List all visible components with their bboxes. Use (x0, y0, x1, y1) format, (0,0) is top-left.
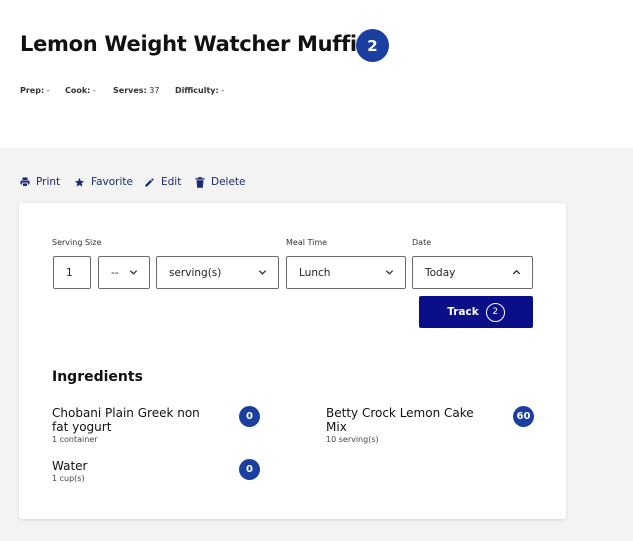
ingredient-item: Chobani Plain Greek non fat yogurt 1 con… (52, 406, 200, 444)
cook-info: Cook: - (65, 86, 96, 95)
ingredient-name-line: Chobani Plain Greek non (52, 406, 200, 420)
serves-label: Serves: (113, 86, 147, 95)
serves-info: Serves: 37 (113, 86, 159, 95)
prep-label: Prep: (20, 86, 45, 95)
track-points-badge: 2 (485, 302, 505, 322)
meal-time-value: Lunch (299, 266, 331, 279)
star-icon (74, 177, 85, 187)
delete-button[interactable]: Delete (195, 176, 246, 188)
quantity-value: 1 (66, 266, 73, 279)
unit-value: serving(s) (169, 266, 222, 279)
cook-value: - (92, 86, 96, 95)
pencil-icon (145, 177, 154, 187)
ingredient-name: Water (52, 459, 88, 473)
ingredient-name-line: fat yogurt (52, 420, 112, 434)
chevron-down-icon (258, 270, 267, 275)
difficulty-label: Difficulty: (175, 86, 219, 95)
ingredient-item: Water 1 cup(s) (52, 459, 87, 483)
difficulty-info: Difficulty: - (175, 86, 224, 95)
favorite-label: Favorite (91, 176, 133, 188)
unit-select[interactable]: serving(s) (156, 256, 279, 289)
date-value: Today (425, 266, 456, 279)
print-icon (20, 177, 30, 187)
favorite-button[interactable]: Favorite (74, 176, 133, 188)
ingredient-item: Betty Crock Lemon Cake Mix 10 serving(s) (326, 406, 474, 444)
difficulty-value: - (221, 86, 225, 95)
fraction-value: -- (111, 266, 119, 279)
ingredient-name-line: Betty Crock Lemon Cake (326, 406, 474, 420)
recipe-content: Print Favorite Edit Delete Serving Size … (0, 148, 633, 541)
meal-time-select[interactable]: Lunch (286, 256, 406, 289)
edit-button[interactable]: Edit (144, 176, 181, 188)
ingredient-quantity: 1 container (52, 435, 98, 444)
chevron-up-icon (512, 269, 521, 275)
serves-value: 37 (149, 86, 160, 95)
meal-time-label: Meal Time (286, 238, 328, 247)
print-button[interactable]: Print (20, 176, 60, 188)
points-badge: 2 (356, 29, 389, 62)
recipe-title: Lemon Weight Watcher Muffins (20, 32, 384, 56)
print-label: Print (36, 176, 61, 188)
ingredient-quantity: 10 serving(s) (326, 435, 379, 444)
serving-size-label: Serving Size (52, 238, 102, 247)
track-button[interactable]: Track 2 (419, 296, 533, 328)
chevron-down-icon (129, 270, 138, 275)
recipe-card: Serving Size Meal Time Date 1 -- serving… (19, 203, 566, 519)
delete-label: Delete (211, 176, 246, 188)
ingredient-name: Betty Crock Lemon Cake Mix (326, 406, 474, 434)
recipe-header: Lemon Weight Watcher Muffins 2 Prep: - C… (0, 0, 633, 148)
ingredient-points-badge: 0 (239, 459, 260, 480)
prep-value: - (46, 86, 50, 95)
ingredient-name-line: Mix (326, 420, 347, 434)
date-label: Date (412, 238, 432, 247)
trash-icon (195, 176, 205, 188)
ingredient-quantity: 1 cup(s) (52, 474, 85, 483)
cook-label: Cook: (65, 86, 91, 95)
quantity-input[interactable]: 1 (53, 256, 91, 289)
date-select[interactable]: Today (412, 256, 533, 289)
chevron-down-icon (385, 270, 394, 275)
edit-label: Edit (161, 176, 182, 188)
ingredients-heading: Ingredients (52, 369, 143, 385)
track-label: Track (447, 306, 479, 318)
prep-info: Prep: - (20, 86, 50, 95)
ingredient-points-badge: 60 (513, 406, 534, 427)
ingredient-name: Chobani Plain Greek non fat yogurt (52, 406, 200, 434)
ingredient-points-badge: 0 (239, 406, 260, 427)
fraction-select[interactable]: -- (98, 256, 150, 289)
